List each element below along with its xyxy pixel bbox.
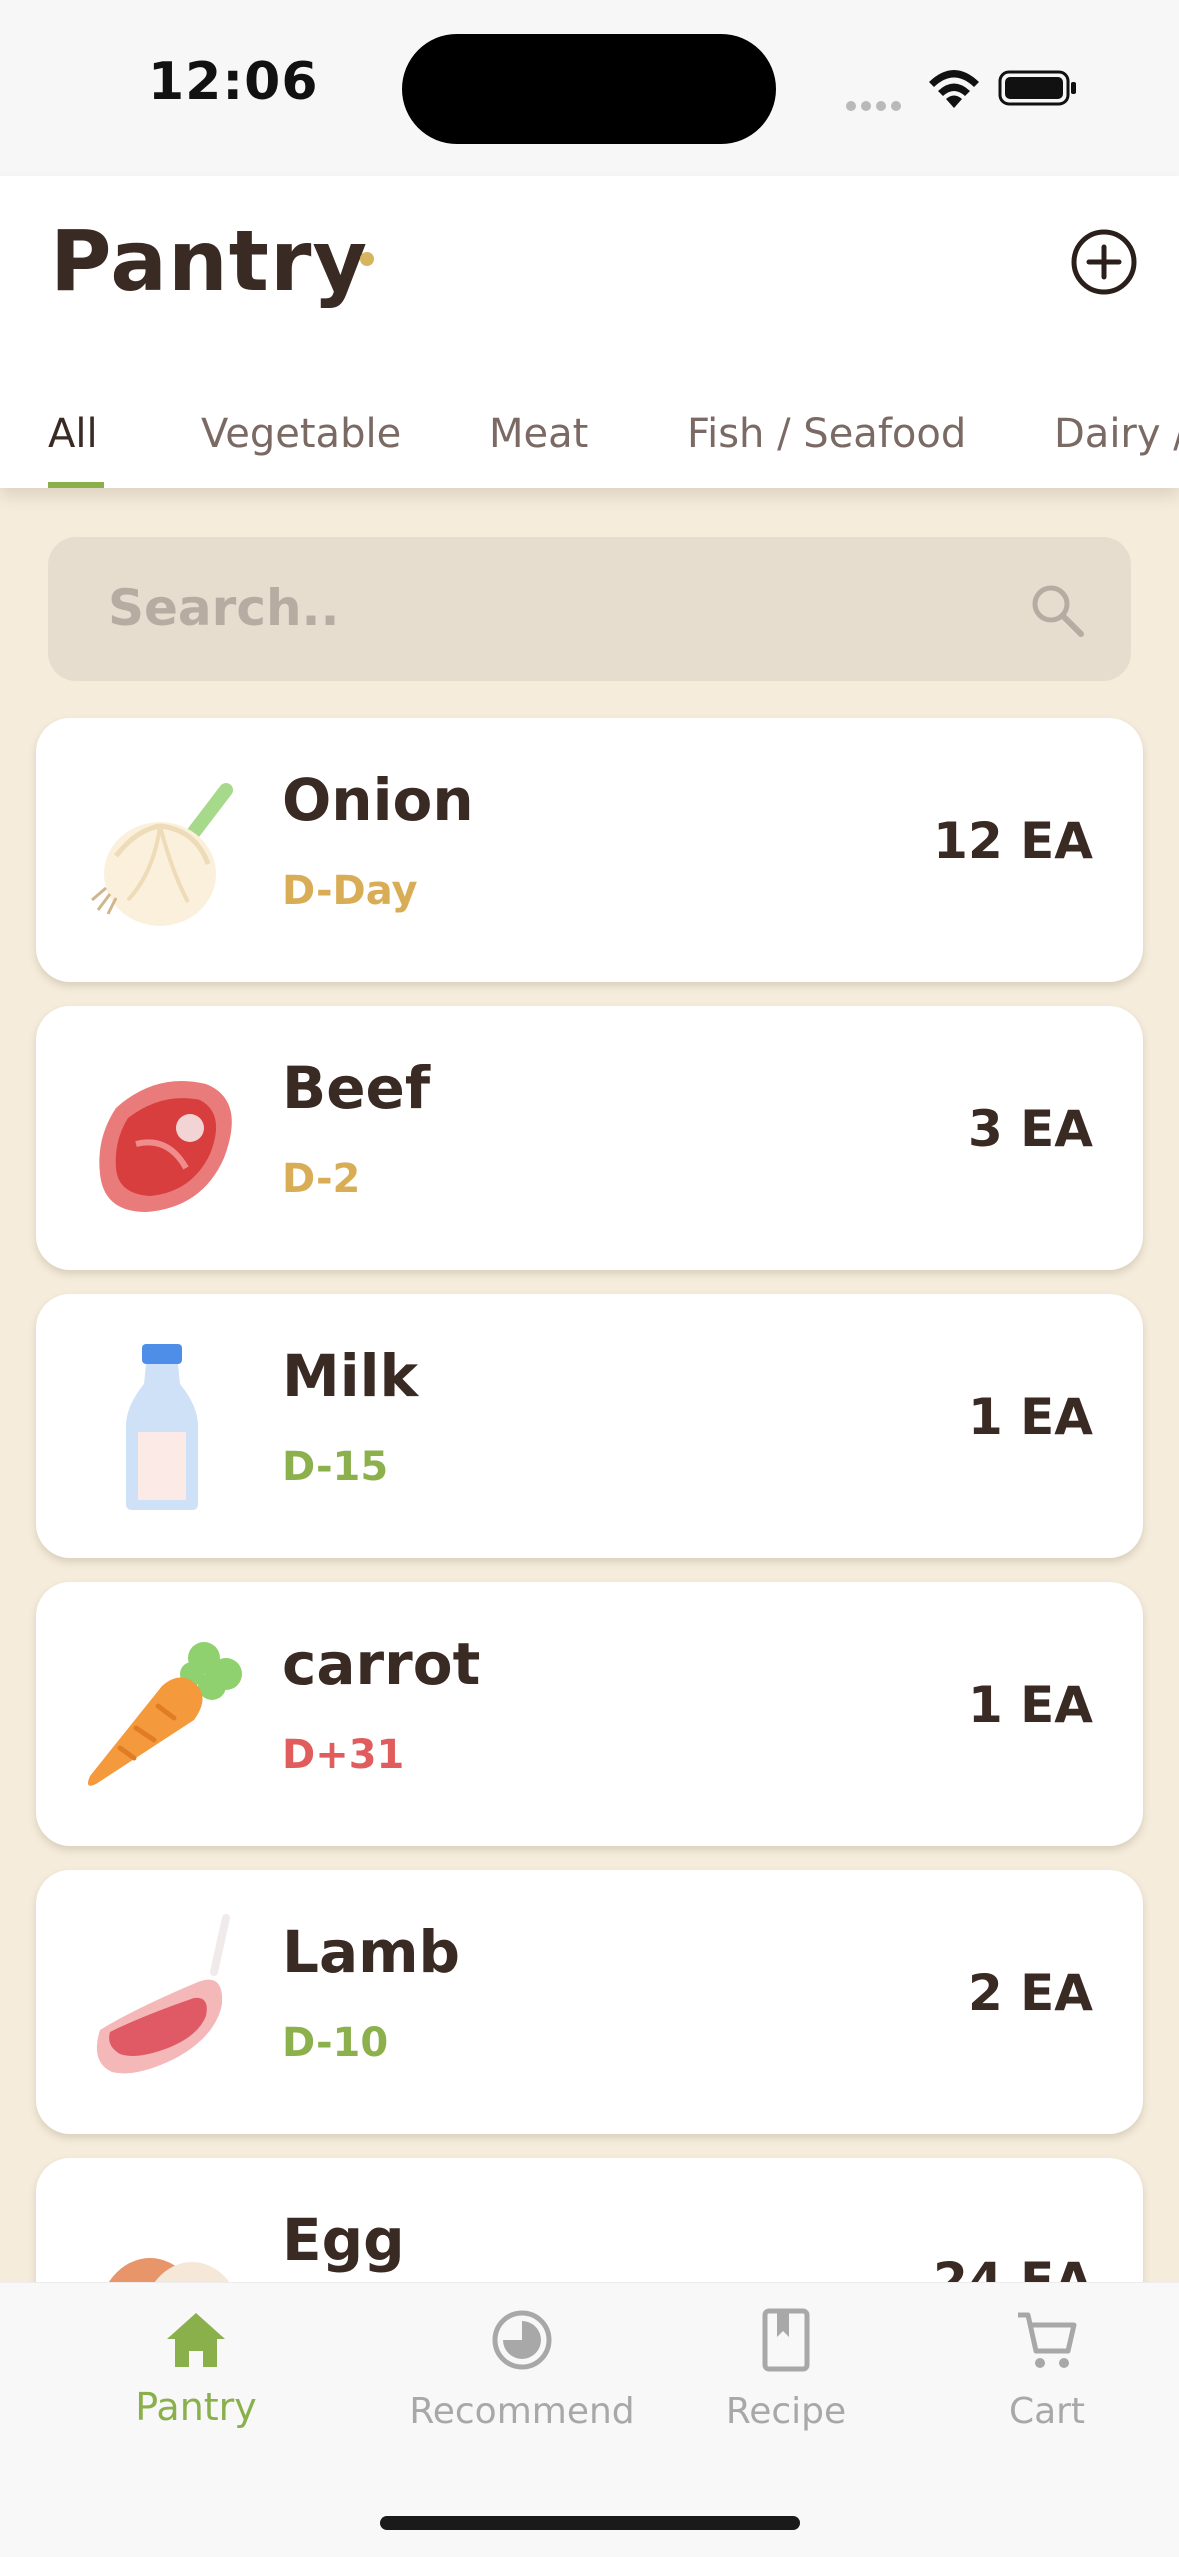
- lamb-icon: [96, 1914, 230, 2074]
- item-name: Beef: [282, 1054, 431, 1122]
- pantry-item-card[interactable]: Milk D-15 1 EA: [36, 1294, 1143, 1558]
- nav-recommend[interactable]: Recommend: [402, 2307, 642, 2432]
- tab-meat[interactable]: Meat: [489, 376, 588, 488]
- item-expiry: D-15: [282, 1444, 389, 1490]
- tab-vegetable[interactable]: Vegetable: [201, 376, 401, 488]
- pantry-item-card[interactable]: carrot D+31 1 EA: [36, 1582, 1143, 1846]
- recommend-icon: [492, 2310, 552, 2370]
- home-indicator: [380, 2516, 800, 2530]
- search-placeholder: Search..: [108, 579, 340, 637]
- nav-pantry[interactable]: Pantry: [76, 2307, 316, 2429]
- onion-icon: [91, 783, 233, 926]
- wifi-icon: [929, 70, 979, 108]
- item-name: Egg: [282, 2206, 405, 2274]
- app-header: Pantry All Vegetable Meat Fish / Seafood…: [0, 176, 1179, 488]
- title-dot: [360, 252, 374, 266]
- item-quantity: 1 EA: [967, 1388, 1093, 1446]
- cart-icon: [1018, 2312, 1077, 2368]
- tab-dairy[interactable]: Dairy /: [1054, 376, 1179, 488]
- tab-fish-seafood[interactable]: Fish / Seafood: [687, 376, 966, 488]
- item-expiry: D-Day: [282, 868, 418, 914]
- pantry-item-card[interactable]: Beef D-2 3 EA: [36, 1006, 1143, 1270]
- search-icon[interactable]: [1027, 580, 1087, 640]
- status-time: 12:06: [148, 52, 319, 112]
- beef-icon: [99, 1081, 232, 1212]
- item-expiry: D-10: [282, 2020, 389, 2066]
- carrot-icon: [88, 1642, 242, 1786]
- item-quantity: 12 EA: [933, 812, 1093, 870]
- milk-icon: [126, 1344, 198, 1510]
- nav-label: Cart: [1008, 2391, 1086, 2432]
- tab-all[interactable]: All: [48, 376, 98, 488]
- pantry-item-card[interactable]: Lamb D-10 2 EA: [36, 1870, 1143, 2134]
- item-quantity: 1 EA: [967, 1676, 1093, 1734]
- item-quantity: 2 EA: [967, 1964, 1093, 2022]
- nav-label: Recommend: [409, 2391, 635, 2432]
- nav-cart[interactable]: Cart: [927, 2307, 1167, 2432]
- cellular-signal-icon: [846, 96, 906, 115]
- nav-label: Pantry: [135, 2385, 257, 2429]
- home-icon: [167, 2313, 225, 2367]
- search-input[interactable]: Search..: [48, 537, 1131, 681]
- dynamic-island: [402, 34, 776, 144]
- active-tab-indicator: [48, 482, 104, 488]
- item-name: Milk: [282, 1342, 419, 1410]
- item-name: Lamb: [282, 1918, 461, 1986]
- add-item-button[interactable]: [1068, 226, 1140, 298]
- battery-icon: [998, 70, 1076, 106]
- nav-recipe[interactable]: Recipe: [666, 2307, 906, 2432]
- status-bar: 12:06: [0, 0, 1179, 176]
- recipe-book-icon: [762, 2308, 810, 2372]
- pantry-item-card[interactable]: Onion D-Day 12 EA: [36, 718, 1143, 982]
- item-expiry: D-2: [282, 1156, 361, 1202]
- nav-label: Recipe: [725, 2391, 847, 2432]
- item-quantity: 3 EA: [967, 1100, 1093, 1158]
- item-name: carrot: [282, 1630, 481, 1698]
- category-tabs: All Vegetable Meat Fish / Seafood Dairy …: [0, 376, 1179, 488]
- item-expiry: D+31: [282, 1732, 405, 1778]
- page-title: Pantry: [50, 212, 369, 310]
- item-name: Onion: [282, 766, 474, 834]
